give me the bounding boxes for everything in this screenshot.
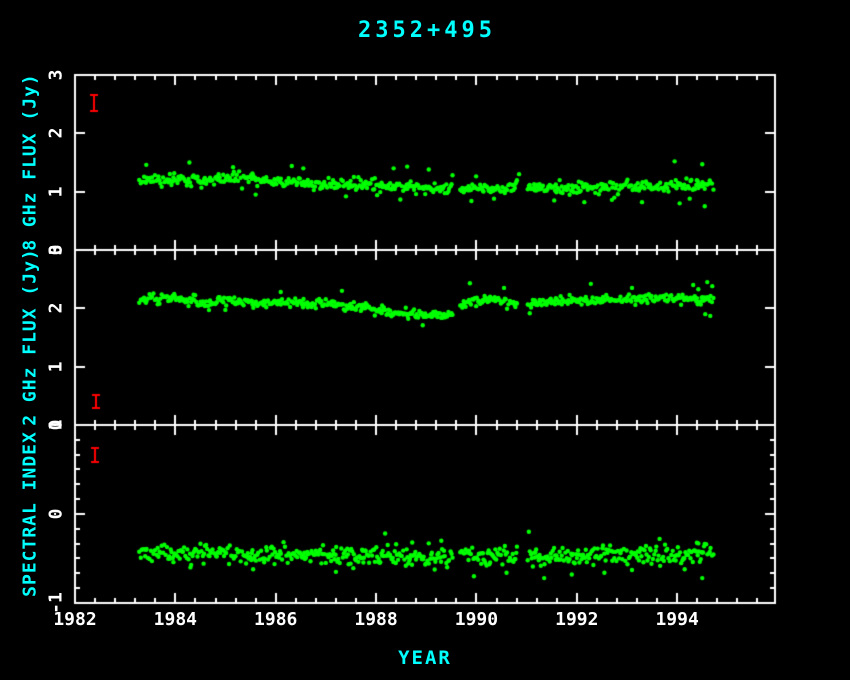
x-tick-label: 1994 [655, 609, 698, 630]
x-tick-label: 1988 [354, 609, 397, 630]
y-tick-label: 2 [46, 128, 67, 139]
x-tick-label: 1992 [555, 609, 598, 630]
y-tick-label: 0 [46, 509, 67, 520]
y-tick-label: 1 [46, 420, 67, 431]
y-tick-label: 3 [46, 245, 67, 256]
y-axis-title-2ghz-flux: 2 GHz FLUX (Jy) [20, 248, 41, 426]
plot-title: 2352+495 [0, 18, 850, 43]
y-tick-label: 2 [46, 303, 67, 314]
x-axis-title: YEAR [0, 647, 850, 669]
plot-canvas [0, 0, 850, 680]
x-tick-label: 1982 [53, 609, 96, 630]
y-tick-label: 1 [46, 361, 67, 372]
figure: 2352+495 8 GHz FLUX (Jy) 2 GHz FLUX (Jy)… [0, 0, 850, 680]
x-tick-label: 1990 [455, 609, 498, 630]
y-tick-label: 1 [46, 186, 67, 197]
y-axis-title-spectral-index: SPECTRAL INDEX [20, 431, 41, 597]
y-tick-label: 3 [46, 70, 67, 81]
x-tick-label: 1986 [254, 609, 297, 630]
y-axis-title-8ghz-flux: 8 GHz FLUX (Jy) [20, 73, 41, 251]
x-tick-label: 1984 [154, 609, 197, 630]
